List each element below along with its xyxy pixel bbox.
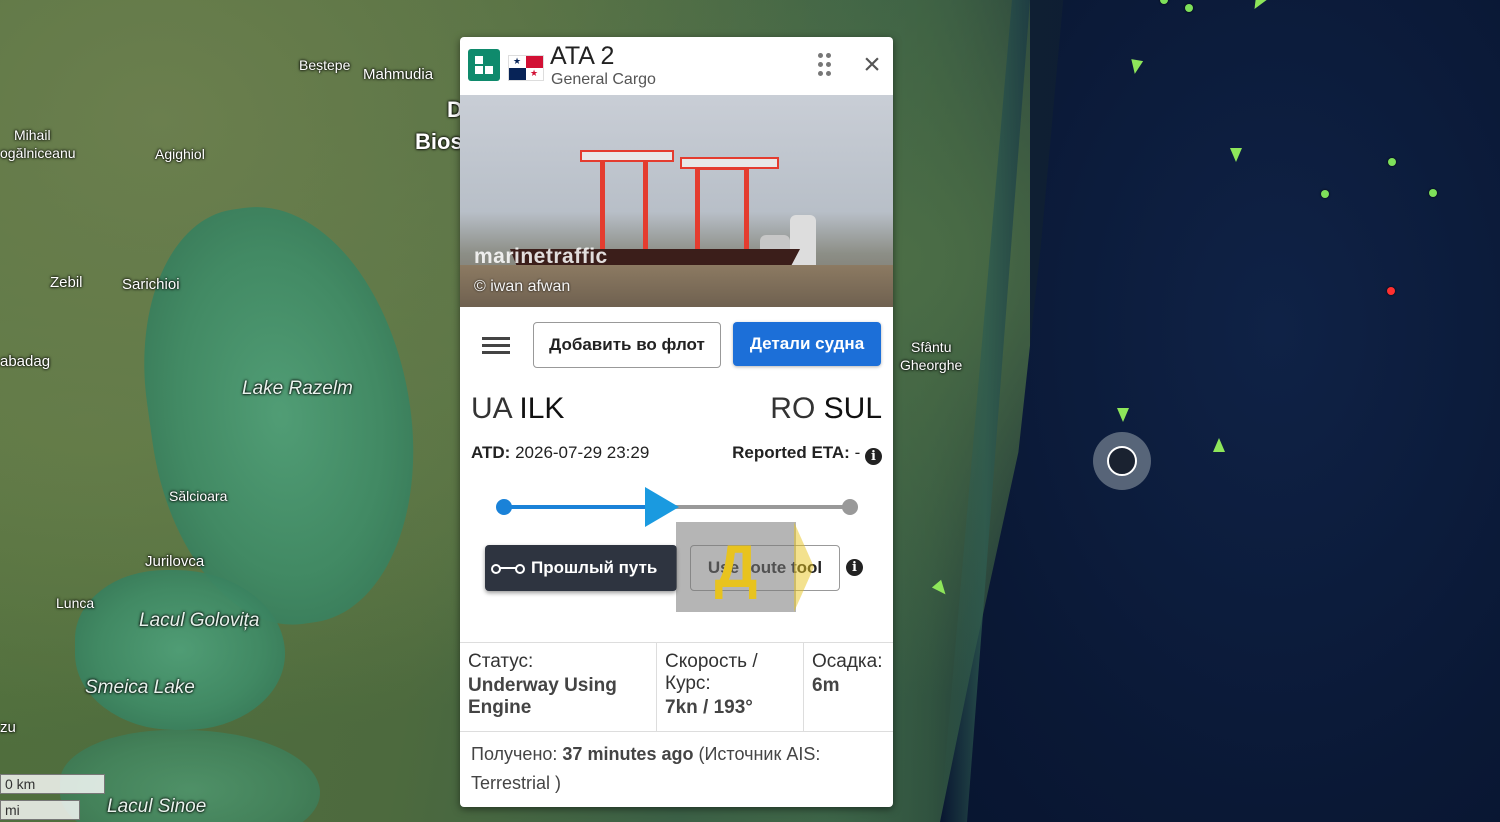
- place-label: Agighiol: [155, 146, 205, 162]
- vessel-photo[interactable]: marinetraffic © iwan afwan: [460, 95, 893, 307]
- vessel-marker[interactable]: [1321, 190, 1329, 198]
- menu-icon[interactable]: [482, 337, 510, 355]
- flag-icon: ★ ★: [508, 55, 544, 81]
- vessel-info-panel: ★ ★ ATA 2 General Cargo × marinetraffic …: [460, 37, 893, 807]
- received-label: Получено:: [471, 744, 558, 764]
- overlay-badge: Д: [676, 522, 814, 612]
- vessel-marker[interactable]: [1213, 438, 1225, 452]
- vessel-marker[interactable]: [1230, 148, 1242, 162]
- reported-eta: Reported ETA: - i: [732, 443, 882, 465]
- vessel-stats: Статус: Underway Using Engine Скорость /…: [460, 642, 893, 732]
- selected-vessel-marker[interactable]: [1093, 432, 1151, 490]
- place-label: Lunca: [56, 595, 95, 611]
- place-label: zu: [0, 719, 16, 736]
- vessel-type: General Cargo: [551, 71, 656, 88]
- speed-course-value: 7kn / 193°: [665, 697, 753, 718]
- vessel-marker[interactable]: [1128, 59, 1144, 75]
- received-value: 37 minutes ago: [562, 744, 694, 764]
- departure-port[interactable]: UA ILK: [471, 392, 564, 426]
- scale-bar-km: 0 km: [0, 774, 105, 794]
- status-label: Статус:: [468, 651, 534, 672]
- status-cell: Статус: Underway Using Engine: [460, 643, 656, 731]
- place-label: Sfântu: [911, 339, 952, 355]
- info-icon[interactable]: i: [865, 448, 882, 465]
- departure-code: ILK: [519, 392, 565, 425]
- vessel-marker[interactable]: [1117, 408, 1129, 422]
- departure-country: UA: [471, 392, 512, 425]
- arrival-code: SUL: [823, 392, 882, 425]
- arrival-country: RO: [770, 392, 816, 425]
- lake-label: Smeica Lake: [85, 677, 195, 698]
- atd-value: 2026-07-29 23:29: [515, 443, 650, 462]
- voyage-section: UA ILK RO SUL ATD: 2026-07-29 23:29 Repo…: [460, 382, 893, 637]
- received-info: Получено: 37 minutes ago (Источник AIS: …: [471, 740, 881, 798]
- lake-label: Lacul Golovița: [139, 610, 260, 631]
- lake-label: Lacul Sinoe: [107, 796, 207, 817]
- speed-course-cell: Скорость / Курс: 7kn / 193°: [656, 643, 803, 731]
- departure-point: [496, 499, 512, 515]
- track-icon: [491, 564, 525, 574]
- eta-value: -: [854, 443, 861, 462]
- place-label: Mihail: [14, 127, 51, 143]
- arrival-point: [842, 499, 858, 515]
- close-icon[interactable]: ×: [858, 50, 886, 80]
- place-label: Gheorghe: [900, 357, 963, 373]
- photo-watermark: marinetraffic: [474, 245, 608, 268]
- vessel-marker[interactable]: [1387, 287, 1395, 295]
- vessel-marker[interactable]: [1185, 4, 1193, 12]
- place-label: Jurilovca: [145, 553, 205, 570]
- atd-label: ATD:: [471, 443, 511, 462]
- draught-cell: Осадка: 6m: [803, 643, 893, 731]
- lake-label: Lake Razelm: [242, 378, 353, 399]
- arrival-port[interactable]: RO SUL: [770, 392, 882, 426]
- place-label: Sarichioi: [122, 276, 180, 293]
- vessel-details-button[interactable]: Детали судна: [733, 322, 881, 366]
- voyage-progress-fill: [502, 505, 667, 509]
- panel-toolbar: Добавить во флот Детали судна: [460, 309, 893, 379]
- place-label: Mahmudia: [363, 66, 434, 83]
- add-to-fleet-button[interactable]: Добавить во флот: [533, 322, 721, 368]
- place-label: Sălcioara: [169, 488, 228, 504]
- place-label: Bios: [415, 129, 463, 154]
- speed-course-label: Скорость / Курс:: [665, 651, 758, 694]
- scale-bar-mi: mi: [0, 800, 80, 820]
- status-value: Underway Using Engine: [468, 675, 617, 718]
- panel-header: ★ ★ ATA 2 General Cargo ×: [460, 37, 893, 95]
- voyage-progress-bar: [496, 487, 858, 527]
- place-label: Zebil: [50, 274, 83, 291]
- draught-value: 6m: [812, 675, 840, 696]
- eta-label: Reported ETA:: [732, 443, 850, 462]
- info-icon[interactable]: i: [846, 559, 863, 576]
- past-track-button[interactable]: Прошлый путь: [485, 545, 677, 591]
- vessel-name: ATA 2: [550, 42, 615, 70]
- vessel-marker[interactable]: [1388, 158, 1396, 166]
- vessel-position-arrow-icon: [644, 487, 679, 527]
- place-label: Beștepe: [299, 57, 351, 73]
- place-label: abadag: [0, 353, 51, 370]
- vessel-marker[interactable]: [1429, 189, 1437, 197]
- past-track-label: Прошлый путь: [531, 558, 658, 577]
- draught-label: Осадка:: [812, 651, 883, 672]
- atd: ATD: 2026-07-29 23:29: [471, 443, 649, 463]
- place-label: ogălniceanu: [0, 145, 76, 161]
- drag-handle-icon[interactable]: [818, 53, 834, 79]
- vessel-type-icon: [468, 49, 500, 81]
- photo-credit: © iwan afwan: [474, 278, 571, 295]
